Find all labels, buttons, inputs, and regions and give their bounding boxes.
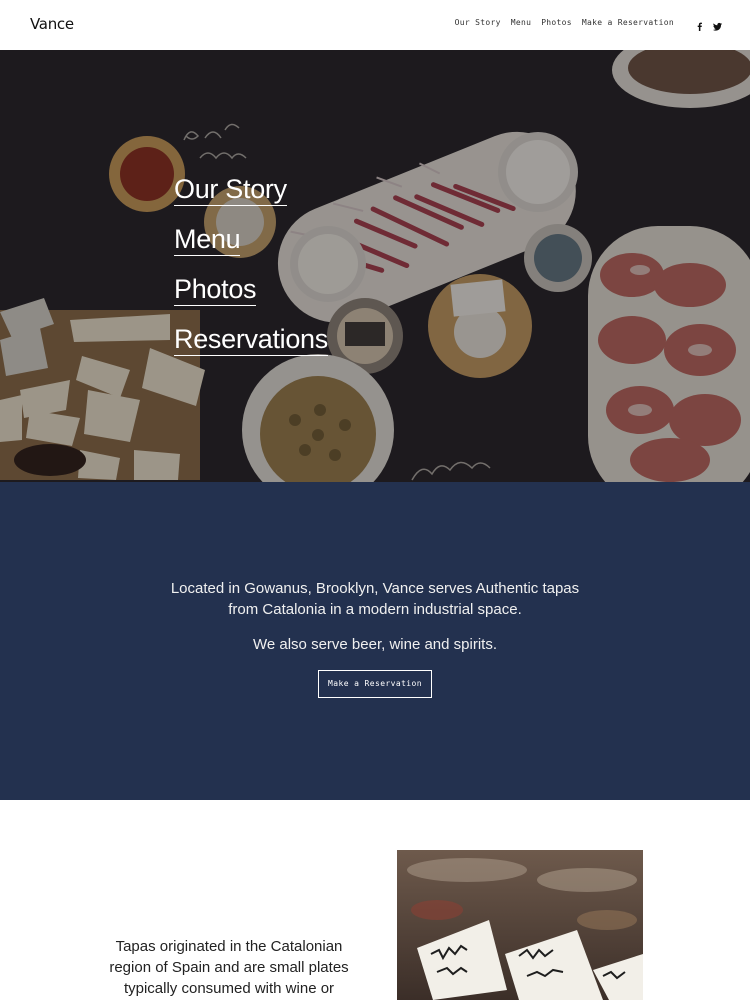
make-reservation-button[interactable]: Make a Reservation — [318, 670, 432, 698]
hero-link-reservations[interactable]: Reservations — [174, 324, 328, 356]
intro-text: Located in Gowanus, Brooklyn, Vance serv… — [170, 580, 580, 618]
nav-menu[interactable]: Menu — [511, 18, 531, 27]
nav-our-story[interactable]: Our Story — [455, 18, 501, 27]
intro-section: Located in Gowanus, Brooklyn, Vance serv… — [0, 482, 750, 800]
hero-links: Our Story Menu Photos Reservations — [174, 174, 328, 374]
twitter-icon[interactable] — [713, 18, 722, 31]
intro-text-drinks: We also serve beer, wine and spirits. — [252, 636, 497, 653]
nav-photos[interactable]: Photos — [541, 18, 572, 27]
hero-section: Our Story Menu Photos Reservations — [0, 50, 750, 482]
hero-overlay — [0, 50, 750, 482]
site-logo[interactable]: Vance — [30, 15, 74, 33]
nav-make-reservation[interactable]: Make a Reservation — [582, 18, 674, 27]
hero-link-photos[interactable]: Photos — [174, 274, 257, 306]
social-links — [686, 18, 722, 31]
tapas-description: Tapas originated in the Catalonian regio… — [109, 938, 349, 997]
hero-link-menu[interactable]: Menu — [174, 224, 241, 256]
facebook-icon[interactable] — [695, 18, 704, 31]
tapas-photo — [397, 850, 643, 1000]
main-nav: Our Story Menu Photos Make a Reservation — [445, 18, 722, 31]
site-header: Vance Our Story Menu Photos Make a Reser… — [0, 0, 750, 50]
tapas-image — [397, 850, 643, 1000]
tapas-section: Tapas originated in the Catalonian regio… — [0, 800, 750, 1000]
hero-link-our-story[interactable]: Our Story — [174, 174, 287, 206]
